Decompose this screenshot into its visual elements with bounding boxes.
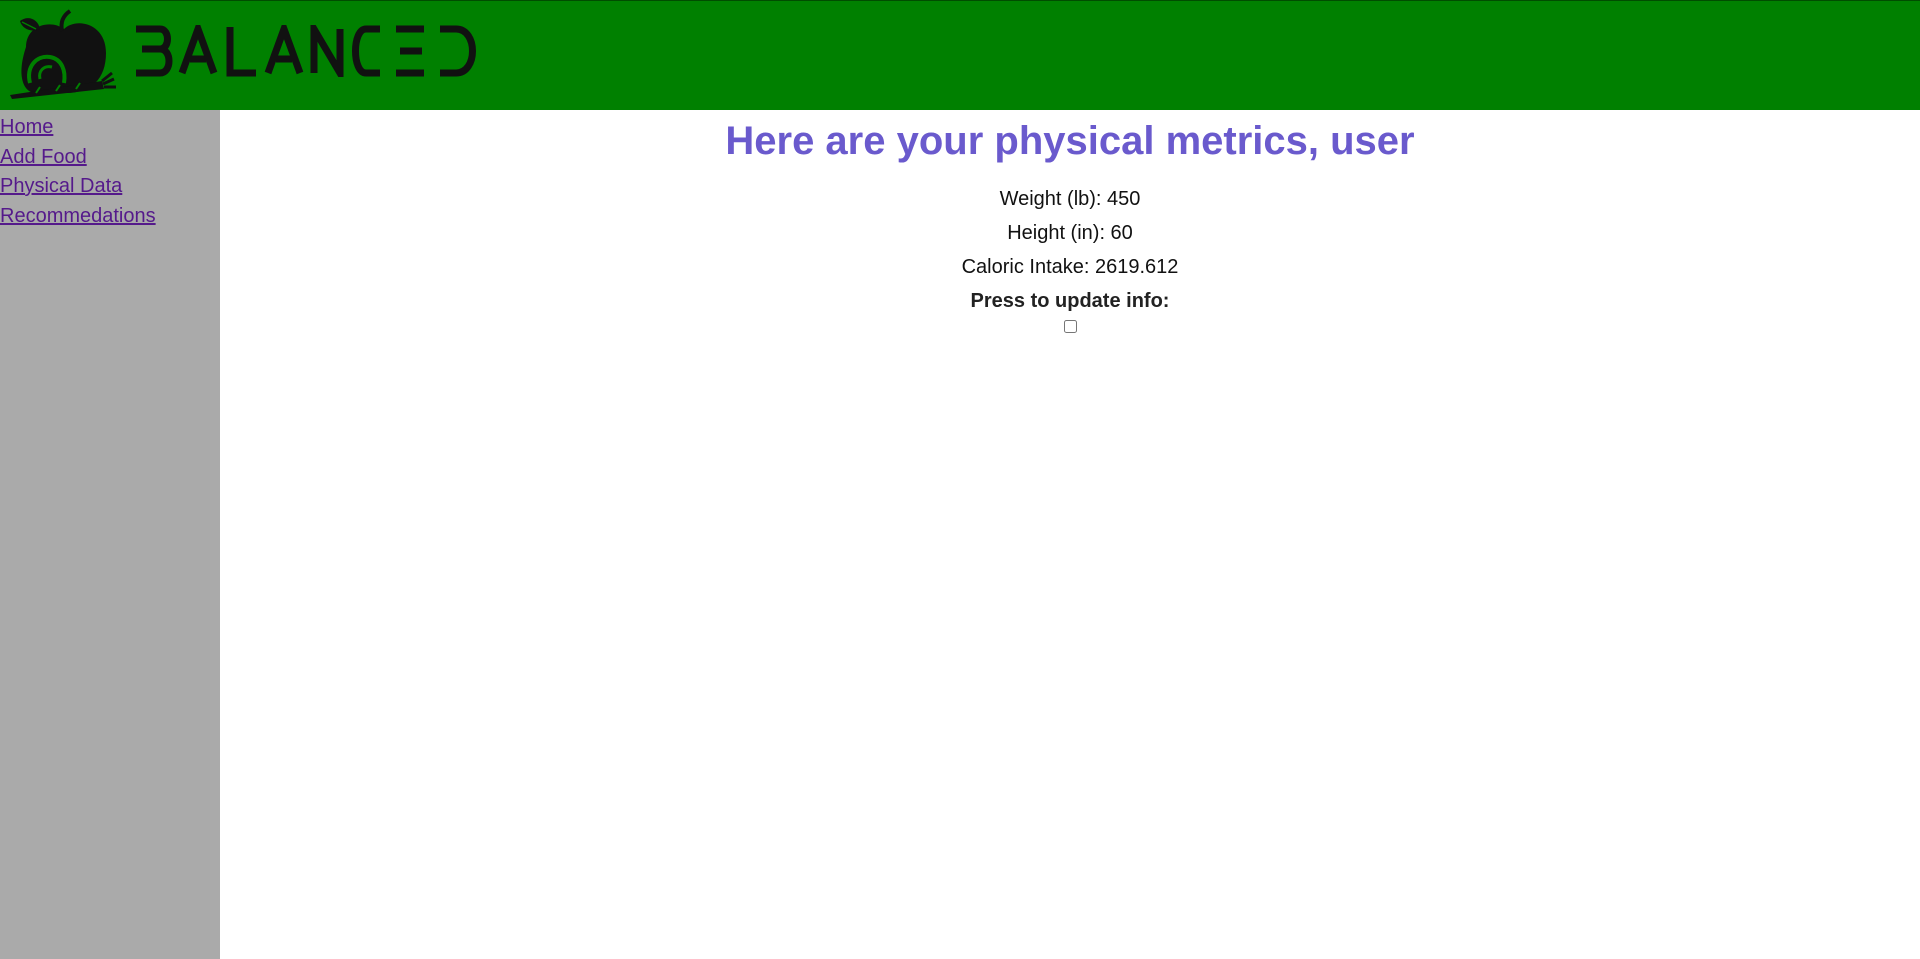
sidebar-item-physical-data[interactable]: Physical Data: [0, 172, 220, 202]
sidebar: Home Add Food Physical Data Recommedatio…: [0, 110, 220, 959]
header-bar: [0, 0, 1920, 110]
brand-wordmark: [136, 25, 476, 77]
sidebar-item-home[interactable]: Home: [0, 113, 220, 143]
update-info-label: Press to update info:: [970, 290, 1170, 312]
main-content: Here are your physical metrics, user Wei…: [220, 110, 1920, 959]
weight-value: Weight (lb): 450: [999, 188, 1141, 210]
update-info-checkbox[interactable]: [1063, 320, 1077, 333]
sidebar-item-recommendations[interactable]: Recommedations: [0, 202, 220, 232]
metrics-list: Weight (lb): 450 Height (in): 60 Caloric…: [220, 182, 1920, 338]
sidebar-nav: Home Add Food Physical Data Recommedatio…: [0, 110, 220, 231]
apple-carrot-icon: [10, 9, 116, 99]
height-value: Height (in): 60: [1007, 222, 1133, 244]
caloric-intake-value: Caloric Intake: 2619.612: [961, 256, 1179, 278]
sidebar-item-add-food[interactable]: Add Food: [0, 143, 220, 173]
page-title: Here are your physical metrics, user: [725, 119, 1415, 163]
